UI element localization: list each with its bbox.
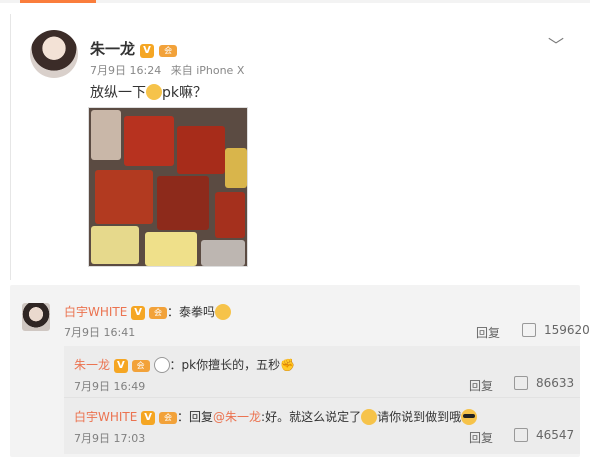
comment-time: 7月9日 16:41 bbox=[64, 326, 136, 339]
verified-badge-icon: V bbox=[113, 358, 128, 373]
commenter-avatar[interactable] bbox=[22, 303, 50, 331]
verified-badge-icon: V bbox=[141, 410, 156, 425]
thumb-up-icon bbox=[514, 375, 528, 390]
reply-text-prefix: ：回复 bbox=[177, 410, 214, 424]
post-time[interactable]: 7月9日 16:24 bbox=[90, 64, 161, 77]
verified-badge-icon: V bbox=[131, 305, 146, 320]
like-button[interactable]: 86633 bbox=[514, 375, 575, 391]
post-source: 来自 iPhone X bbox=[170, 64, 245, 77]
post-text-part2: pk嘛？ bbox=[162, 85, 207, 101]
smile-emoji-icon bbox=[361, 408, 378, 425]
post-image[interactable] bbox=[88, 107, 248, 267]
smile-emoji-icon bbox=[215, 303, 232, 320]
vip-badge-icon: 会 bbox=[159, 411, 177, 424]
reply-line: 白宇WHITE V 会：回复@朱一龙:好。就这么说定了 请你说到做到哦 bbox=[74, 408, 478, 426]
top-divider bbox=[0, 0, 590, 3]
like-button[interactable]: 159620 bbox=[522, 322, 590, 338]
reply-button[interactable]: 回复 bbox=[476, 324, 500, 341]
reply-text-mid: :好。就这么说定了 bbox=[261, 410, 362, 424]
reply-username[interactable]: 白宇WHITE bbox=[74, 410, 137, 424]
panda-badge-icon bbox=[153, 356, 170, 373]
card-border bbox=[10, 14, 11, 280]
reply-time: 7月9日 17:03 bbox=[74, 432, 146, 445]
more-chevron-icon[interactable]: ﹀ bbox=[548, 32, 564, 56]
reply-text: ：pk你擅长的，五秒 bbox=[169, 358, 281, 372]
comment-line: 白宇WHITE V 会：泰拳吗 bbox=[64, 303, 232, 321]
mention-link[interactable]: @朱一龙 bbox=[213, 410, 261, 424]
vip-badge-icon: 会 bbox=[149, 306, 167, 319]
grin-emoji-icon bbox=[146, 84, 162, 100]
reply-separator bbox=[64, 397, 580, 398]
like-button[interactable]: 46547 bbox=[514, 427, 575, 443]
author-avatar[interactable] bbox=[30, 30, 78, 78]
like-count: 46547 bbox=[536, 428, 575, 442]
tab-indicator bbox=[20, 0, 96, 3]
like-count: 159620 bbox=[544, 323, 590, 337]
post-meta: 7月9日 16:24 来自 iPhone X bbox=[90, 62, 250, 78]
verified-badge-icon: V bbox=[140, 43, 154, 58]
reply-username[interactable]: 朱一龙 bbox=[74, 358, 110, 372]
post-author-name[interactable]: 朱一龙 bbox=[90, 38, 135, 59]
comment-username[interactable]: 白宇WHITE bbox=[64, 305, 127, 319]
fist-emoji-icon: ✊ bbox=[280, 358, 296, 372]
thumb-up-icon bbox=[514, 427, 528, 442]
reply-time: 7月9日 16:49 bbox=[74, 380, 146, 393]
reply-text-end: 请你说到做到哦 bbox=[377, 410, 462, 424]
post-text: 放纵一下 pk嘛？ bbox=[90, 82, 207, 102]
comment-text: ：泰拳吗 bbox=[167, 305, 216, 319]
post-text-part1: 放纵一下 bbox=[90, 85, 146, 101]
reply-line: 朱一龙 V 会 ：pk你擅长的，五秒✊ bbox=[74, 356, 295, 374]
thumb-up-icon bbox=[522, 322, 536, 337]
vip-badge-icon: 会 bbox=[159, 44, 178, 57]
reply-button[interactable]: 回复 bbox=[469, 429, 493, 446]
cool-sunglasses-emoji-icon bbox=[461, 408, 478, 425]
post-author-badges: V 会 bbox=[140, 40, 178, 59]
like-count: 86633 bbox=[536, 376, 575, 390]
reply-button[interactable]: 回复 bbox=[469, 377, 493, 394]
vip-badge-icon: 会 bbox=[131, 359, 150, 372]
